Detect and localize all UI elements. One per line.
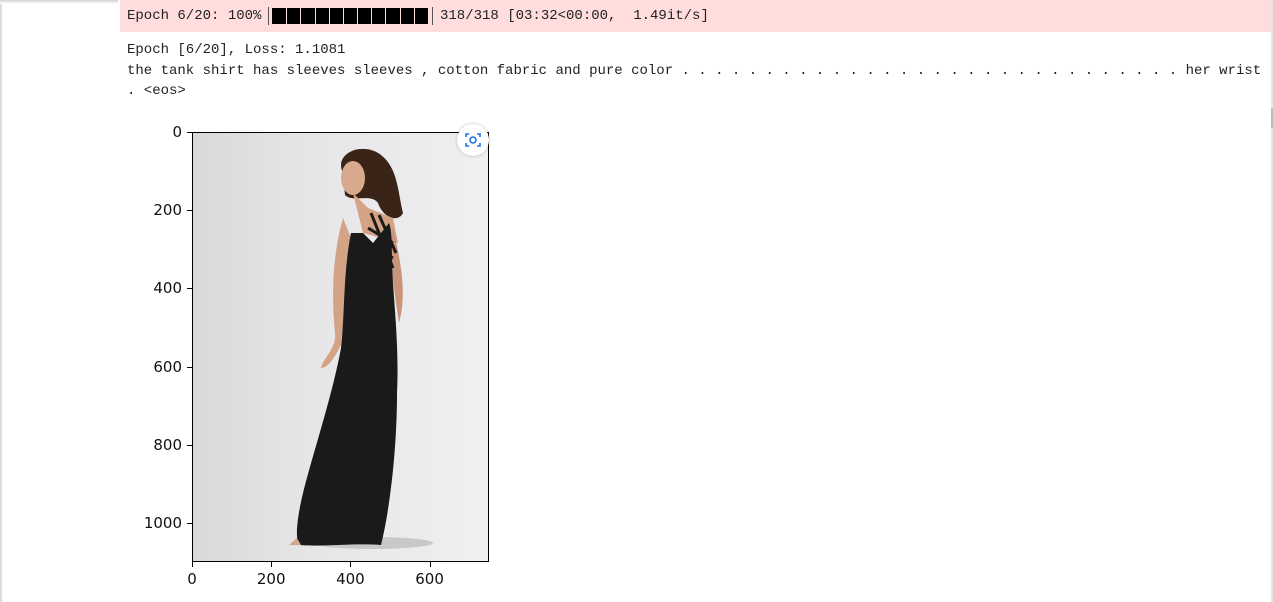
y-tick-label: 0 — [172, 123, 182, 141]
black-dress — [296, 223, 398, 546]
progress-bar-left-edge — [268, 7, 269, 25]
y-tick-mark — [187, 210, 192, 212]
y-tick-mark — [187, 522, 192, 524]
stdout-text: Epoch [6/20], Loss: 1.1081 the tank shir… — [127, 40, 1267, 102]
face — [341, 161, 365, 195]
progress-output: Epoch 6/20: 100% 318/318 [03:32<00:00, 1… — [120, 0, 1271, 32]
cell-output: Epoch 6/20: 100% 318/318 [03:32<00:00, 1… — [120, 0, 1271, 602]
stdout-line-loss: Epoch [6/20], Loss: 1.1081 — [127, 42, 346, 58]
x-tick-label: 200 — [256, 570, 286, 588]
y-tick-label: 1000 — [143, 513, 182, 532]
progress-bar — [268, 7, 433, 25]
progress-block-gap — [399, 8, 401, 24]
progress-suffix: 318/318 [03:32<00:00, 1.49it/s] — [440, 8, 709, 24]
camera-lens-icon[interactable] — [457, 124, 489, 156]
stdout-line-caption: the tank shirt has sleeves sleeves , cot… — [127, 62, 1262, 79]
x-tick-mark — [192, 562, 193, 567]
progress-block-gap — [314, 8, 316, 24]
x-tick-mark — [350, 562, 352, 567]
model-photo — [289, 148, 433, 549]
progress-block-gap — [371, 8, 373, 24]
progress-block-gap — [300, 8, 302, 24]
image-axes — [192, 132, 489, 562]
progress-block-gap — [385, 8, 387, 24]
progress-bar-right-edge — [432, 7, 433, 25]
progress-block-gap — [357, 8, 359, 24]
progress-bar-fill — [272, 8, 428, 24]
y-tick-label: 200 — [153, 201, 182, 220]
y-tick-mark — [187, 444, 192, 446]
progress-block-gap — [286, 8, 288, 24]
progress-prefix: Epoch 6/20: 100% — [127, 8, 262, 24]
y-tick-mark — [187, 288, 192, 290]
progress-block-gap — [413, 8, 415, 24]
x-tick-mark — [429, 562, 431, 567]
y-tick-mark — [187, 132, 192, 133]
y-tick-label: 600 — [153, 357, 182, 376]
x-tick-label: 400 — [336, 570, 365, 588]
cell-gutter-shadow — [0, 0, 118, 4]
progress-block-gap — [328, 8, 330, 24]
x-tick-label: 600 — [415, 570, 444, 588]
stdout-line-eos: . <eos> — [127, 83, 186, 99]
y-tick-label: 400 — [153, 279, 182, 298]
x-tick-mark — [271, 562, 273, 567]
progress-block-gap — [342, 8, 344, 24]
matplotlib-figure: 0 200 400 600 800 1000 0 200 400 600 — [120, 112, 640, 602]
y-tick-label: 800 — [153, 435, 182, 454]
x-tick-label: 0 — [187, 570, 197, 588]
y-tick-mark — [187, 366, 192, 368]
cell-gutter — [0, 0, 120, 602]
